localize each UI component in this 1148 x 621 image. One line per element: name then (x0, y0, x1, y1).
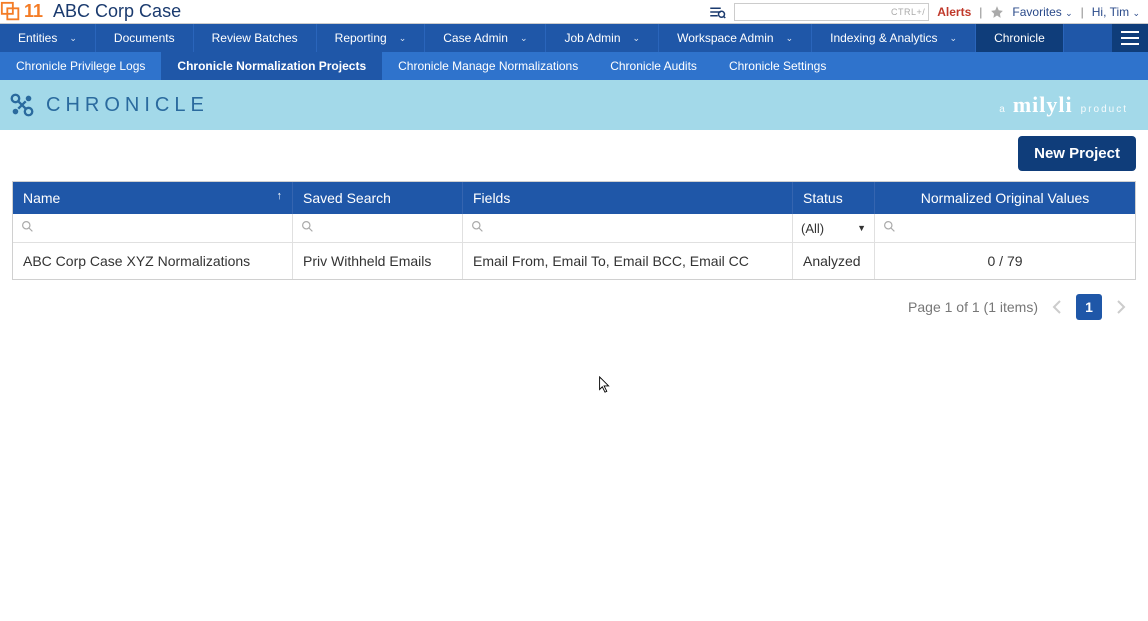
milyli-credit: a milyli product (999, 92, 1128, 118)
cell-saved-search: Priv Withheld Emails (293, 243, 463, 279)
filter-row: (All)▼ (13, 214, 1135, 243)
search-icon (301, 220, 314, 233)
nav-job-admin[interactable]: Job Admin⌄ (546, 24, 659, 52)
subnav-settings[interactable]: Chronicle Settings (713, 52, 842, 80)
nav-reporting[interactable]: Reporting⌄ (317, 24, 426, 52)
search-icon (883, 220, 896, 233)
filter-saved-search (293, 214, 463, 243)
filter-normalized-input[interactable] (900, 221, 1124, 236)
app-logo[interactable]: 11 (0, 1, 53, 23)
chronicle-mark-icon (8, 91, 36, 119)
favorites-link[interactable]: Favorites ⌄ (1012, 5, 1072, 19)
separator: | (1081, 5, 1084, 19)
case-title[interactable]: ABC Corp Case (53, 1, 181, 22)
nav-case-admin[interactable]: Case Admin⌄ (425, 24, 546, 52)
nav-chronicle[interactable]: Chronicle (976, 24, 1064, 52)
shortcut-hint: CTRL+/ (891, 7, 925, 17)
brand-banner: CHRONICLE a milyli product (0, 80, 1148, 130)
filter-status: (All)▼ (793, 214, 875, 243)
search-icon (471, 220, 484, 233)
nav-documents[interactable]: Documents (96, 24, 194, 52)
nav-workspace-admin[interactable]: Workspace Admin⌄ (659, 24, 812, 52)
filter-name (13, 214, 293, 243)
nav-entities[interactable]: Entities⌄ (0, 24, 96, 52)
toolbar: New Project (0, 136, 1136, 171)
logo-number: 11 (24, 1, 43, 22)
sort-asc-icon: ↑ (277, 190, 283, 202)
pager-prev-button[interactable] (1048, 298, 1066, 316)
table-header-row: Name↑ Saved Search Fields Status Normali… (13, 182, 1135, 214)
sub-nav: Chronicle Privilege Logs Chronicle Norma… (0, 52, 1148, 80)
subnav-normalization-projects[interactable]: Chronicle Normalization Projects (161, 52, 382, 80)
cell-fields: Email From, Email To, Email BCC, Email C… (463, 243, 793, 279)
cell-status: Analyzed (793, 243, 875, 279)
relativity-icon (0, 1, 22, 23)
col-header-status[interactable]: Status (793, 182, 875, 214)
chevron-right-icon (1116, 300, 1126, 314)
projects-table: Name↑ Saved Search Fields Status Normali… (12, 181, 1136, 280)
filter-status-select[interactable]: (All)▼ (801, 221, 866, 236)
pager-next-button[interactable] (1112, 298, 1130, 316)
hamburger-menu-icon[interactable] (1112, 24, 1148, 52)
nav-indexing-analytics[interactable]: Indexing & Analytics⌄ (812, 24, 976, 52)
quick-search-icon[interactable] (708, 3, 726, 21)
search-icon (21, 220, 34, 233)
filter-fields (463, 214, 793, 243)
pager-current-page[interactable]: 1 (1076, 294, 1102, 320)
col-header-fields[interactable]: Fields (463, 182, 793, 214)
chevron-left-icon (1052, 300, 1062, 314)
filter-name-input[interactable] (38, 221, 281, 236)
chevron-down-icon: ▼ (857, 223, 866, 233)
separator: | (979, 5, 982, 19)
nav-review-batches[interactable]: Review Batches (194, 24, 317, 52)
subnav-privilege-logs[interactable]: Chronicle Privilege Logs (0, 52, 161, 80)
cell-normalized: 0 / 79 (875, 243, 1135, 279)
subnav-manage-normalizations[interactable]: Chronicle Manage Normalizations (382, 52, 594, 80)
new-project-button[interactable]: New Project (1018, 136, 1136, 171)
user-greeting[interactable]: Hi, Tim ⌄ (1092, 5, 1140, 19)
pager: Page 1 of 1 (1 items) 1 (0, 280, 1148, 334)
subnav-audits[interactable]: Chronicle Audits (594, 52, 713, 80)
pager-summary: Page 1 of 1 (1 items) (908, 299, 1038, 315)
alerts-link[interactable]: Alerts (937, 5, 971, 19)
star-icon[interactable] (990, 5, 1004, 19)
main-nav: Entities⌄ Documents Review Batches Repor… (0, 24, 1148, 52)
chronicle-wordmark: CHRONICLE (46, 94, 209, 117)
filter-fields-input[interactable] (488, 221, 781, 236)
cursor-icon (598, 376, 612, 394)
filter-saved-search-input[interactable] (318, 221, 451, 236)
top-header: 11 ABC Corp Case CTRL+/ Alerts | Favorit… (0, 0, 1148, 24)
cell-name: ABC Corp Case XYZ Normalizations (13, 243, 293, 279)
col-header-saved-search[interactable]: Saved Search (293, 182, 463, 214)
global-search: CTRL+/ (734, 3, 929, 21)
table-row[interactable]: ABC Corp Case XYZ Normalizations Priv Wi… (13, 243, 1135, 279)
filter-normalized (875, 214, 1135, 243)
chronicle-logo: CHRONICLE (8, 91, 209, 119)
col-header-normalized[interactable]: Normalized Original Values (875, 182, 1135, 214)
col-header-name[interactable]: Name↑ (13, 182, 293, 214)
